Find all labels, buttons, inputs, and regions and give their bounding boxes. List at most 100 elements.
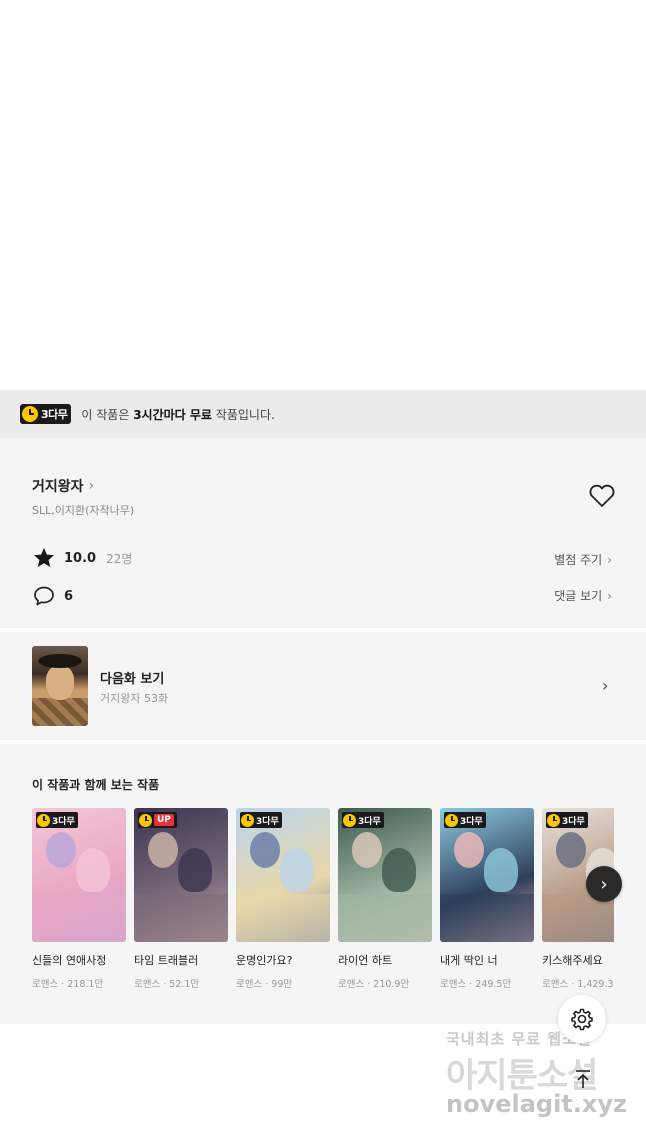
cover-art-base xyxy=(134,894,228,942)
tag-label: 3다무 xyxy=(52,816,75,827)
recommendations-section: 이 작품과 함께 보는 작품 3다무 신들의 연애사정 로맨스 · 218.1만… xyxy=(0,744,646,1024)
work-title-link[interactable]: 거지왕자 › xyxy=(32,476,94,496)
free-tag: 3다무 xyxy=(36,812,78,828)
recommendation-title: 라이언 하트 xyxy=(338,954,393,967)
recommendation-cover: 3다무 xyxy=(236,808,330,942)
recommendation-meta: 로맨스 · 218.1만 xyxy=(32,979,104,990)
cover-art-figure xyxy=(148,832,178,868)
cover-art-figure xyxy=(556,832,586,868)
cover-art-figure xyxy=(280,848,314,892)
chevron-right-icon: › xyxy=(607,552,612,567)
next-episode-subtitle: 거지왕자 53화 xyxy=(100,692,169,705)
free-banner-bold: 3시간마다 무료 xyxy=(133,407,212,422)
cover-art-base xyxy=(32,894,126,942)
cover-art-figure xyxy=(46,832,76,868)
content-blank-area xyxy=(0,0,646,390)
clock-icon xyxy=(241,813,254,827)
star-icon xyxy=(34,548,54,567)
comments-button-label: 댓글 보기 xyxy=(554,589,603,603)
chevron-right-icon: › xyxy=(607,588,612,603)
recommendation-cover: 3다무 xyxy=(338,808,432,942)
cover-art-figure xyxy=(352,832,382,868)
recommendations-heading: 이 작품과 함께 보는 작품 xyxy=(32,778,160,792)
tag-label: 3다무 xyxy=(256,816,279,827)
rate-button[interactable]: 별점 주기 › xyxy=(554,551,612,568)
cover-art-base xyxy=(338,894,432,942)
carousel-next-button[interactable]: › xyxy=(586,866,622,902)
settings-button[interactable] xyxy=(558,995,606,1043)
rating-value: 10.0 xyxy=(64,550,97,566)
comment-row: 6 xyxy=(32,584,73,608)
recommendations-carousel: 3다무 신들의 연애사정 로맨스 · 218.1만 UP 타임 트래블러 로맨스… xyxy=(32,808,614,998)
next-episode-thumbnail xyxy=(32,646,88,726)
recommendation-title: 신들의 연애사정 xyxy=(32,954,107,967)
clock-icon xyxy=(343,813,356,827)
recommendation-title: 키스해주세요 xyxy=(542,954,603,967)
tag-label: UP xyxy=(154,814,174,826)
recommendation-meta: 로맨스 · 99만 xyxy=(236,979,293,990)
chevron-right-icon: › xyxy=(88,478,95,494)
free-info-banner: 3다무 이 작품은 3시간마다 무료 작품입니다. xyxy=(0,390,646,438)
recommendation-cover: 3다무 xyxy=(32,808,126,942)
recommendation-meta: 로맨스 · 210.9만 xyxy=(338,979,410,990)
recommendation-meta: 로맨스 · 1,429.3 xyxy=(542,979,614,990)
rate-button-label: 별점 주기 xyxy=(554,553,603,567)
next-episode-label: 다음화 보기 xyxy=(100,672,165,687)
cover-art-figure xyxy=(484,848,518,892)
tag-label: 3다무 xyxy=(562,816,585,827)
recommendation-card[interactable]: 3다무 신들의 연애사정 로맨스 · 218.1만 xyxy=(32,808,126,990)
recommendation-card[interactable]: 3다무 내게 딱인 너 로맨스 · 249.5만 xyxy=(440,808,534,990)
cover-art-figure xyxy=(454,832,484,868)
tag-label: 3다무 xyxy=(460,816,483,827)
tag-label: 3다무 xyxy=(358,816,381,827)
free-tag: 3다무 xyxy=(240,812,282,828)
recommendation-title: 운명인가요? xyxy=(236,954,293,967)
rating-row: 10.0 22명 xyxy=(32,546,132,570)
recommendation-meta: 로맨스 · 52.1만 xyxy=(134,979,200,990)
comments-button[interactable]: 댓글 보기 › xyxy=(554,587,612,604)
recommendation-cover: 3다무 xyxy=(440,808,534,942)
thumbnail-face xyxy=(46,666,74,700)
free-badge-label: 3다무 xyxy=(41,408,68,421)
cover-art-figure xyxy=(250,832,280,868)
watermark: 국내최초 무료 웹소설 아지툰소설 novelagit.xyz xyxy=(430,1028,630,1124)
free-banner-prefix: 이 작품은 xyxy=(81,407,134,422)
clock-icon xyxy=(547,813,560,827)
recommendation-card[interactable]: UP 타임 트래블러 로맨스 · 52.1만 xyxy=(134,808,228,990)
scroll-top-button[interactable] xyxy=(566,1062,600,1096)
recommendation-title: 타임 트래블러 xyxy=(134,954,199,967)
thumbnail-robe xyxy=(32,698,88,726)
comment-count: 6 xyxy=(64,588,74,604)
up-tag: UP xyxy=(138,812,177,828)
work-author: SLL,이지환(자작나무) xyxy=(32,504,135,517)
clock-icon xyxy=(139,813,152,827)
cover-art-base xyxy=(440,894,534,942)
free-tag: 3다무 xyxy=(342,812,384,828)
cover-art-figure xyxy=(76,848,110,892)
cover-art-base xyxy=(236,894,330,942)
recommendation-meta: 로맨스 · 249.5만 xyxy=(440,979,512,990)
thumbnail-hat xyxy=(38,654,82,668)
chevron-right-icon: › xyxy=(600,873,608,895)
cover-art-figure xyxy=(178,848,212,892)
arrow-up-icon xyxy=(576,1070,590,1088)
clock-icon xyxy=(22,406,38,422)
free-tag: 3다무 xyxy=(546,812,588,828)
recommendation-title: 내게 딱인 너 xyxy=(440,954,498,967)
heart-icon[interactable] xyxy=(588,484,616,508)
rating-count: 22명 xyxy=(106,551,133,566)
recommendation-cover: UP xyxy=(134,808,228,942)
free-tag: 3다무 xyxy=(444,812,486,828)
work-title: 거지왕자 xyxy=(32,479,84,495)
clock-icon xyxy=(37,813,50,827)
comment-icon xyxy=(34,586,54,606)
free-banner-suffix: 작품입니다. xyxy=(211,407,275,422)
chevron-right-icon: › xyxy=(602,676,609,695)
free-badge: 3다무 xyxy=(20,404,72,424)
work-info-panel: 거지왕자 › SLL,이지환(자작나무) 10.0 22명 별점 주기 › 6 … xyxy=(0,438,646,628)
recommendation-card[interactable]: 3다무 운명인가요? 로맨스 · 99만 xyxy=(236,808,330,990)
recommendation-card[interactable]: 3다무 라이언 하트 로맨스 · 210.9만 xyxy=(338,808,432,990)
next-episode-card[interactable]: 다음화 보기 거지왕자 53화 › xyxy=(0,632,646,740)
clock-icon xyxy=(445,813,458,827)
free-banner-message: 이 작품은 3시간마다 무료 작품입니다. xyxy=(81,406,274,423)
